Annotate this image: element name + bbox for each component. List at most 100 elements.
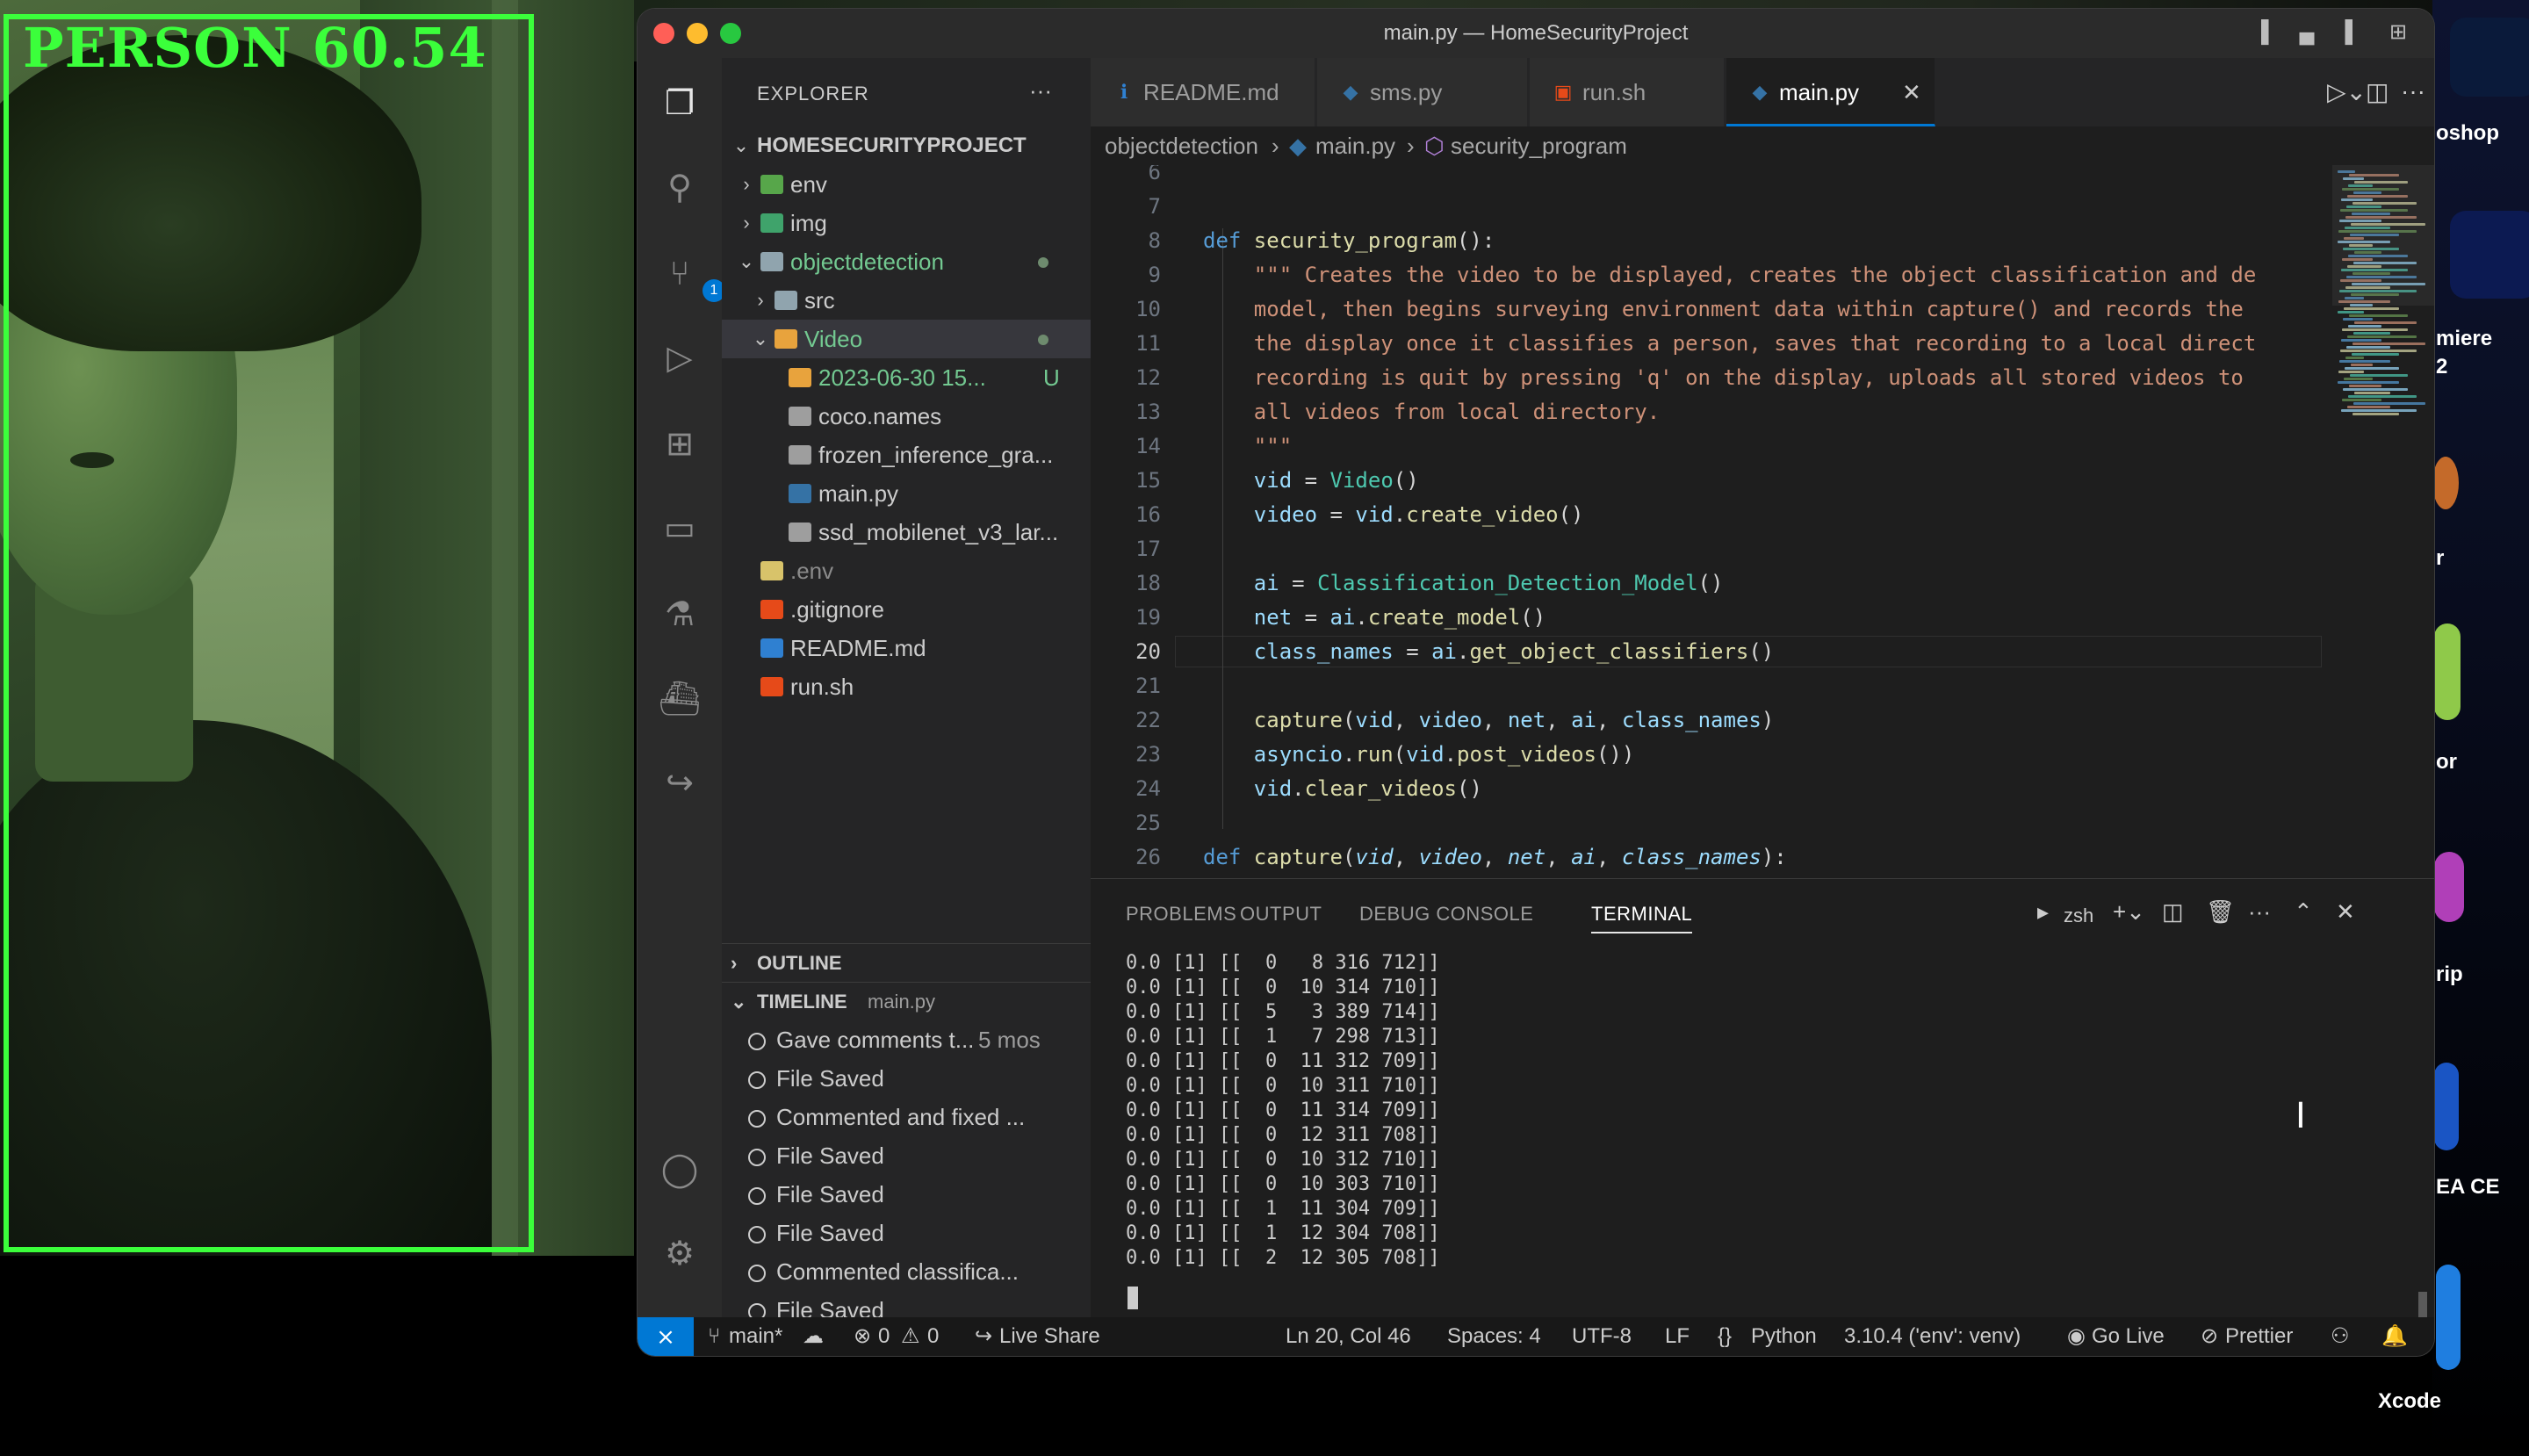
code-line[interactable]: video = vid.create_video() — [1203, 499, 1584, 530]
code-line[interactable]: recording is quit by pressing 'q' on the… — [1203, 362, 2244, 393]
tree-item[interactable]: › img — [722, 204, 1091, 242]
tree-item[interactable]: coco.names — [722, 397, 1091, 436]
panel-tab-debug-console[interactable]: DEBUG CONSOLE — [1359, 897, 1533, 932]
end-of-line[interactable]: LF — [1665, 1317, 1690, 1356]
tree-item[interactable]: frozen_inference_gra... — [722, 436, 1091, 474]
sync-icon[interactable]: ☁ — [803, 1317, 824, 1356]
customize-layout-icon[interactable]: ⊞ — [2385, 21, 2411, 44]
terminal-shell-icon[interactable]: ▸ — [2037, 898, 2049, 926]
code-line[interactable]: capture(vid, video, net, ai, class_names… — [1203, 704, 1775, 736]
timeline-item[interactable]: File Saved — [722, 1059, 1091, 1098]
dock-label-premiere-year[interactable]: 2 — [2436, 355, 2447, 379]
split-terminal-icon[interactable]: ◫ — [2162, 898, 2184, 926]
timeline-item[interactable]: File Saved — [722, 1214, 1091, 1252]
tab-readme-md[interactable]: ℹ README.md — [1091, 58, 1315, 126]
minimap-slider[interactable] — [2332, 165, 2434, 306]
cursor-position[interactable]: Ln 20, Col 46 — [1286, 1317, 1411, 1356]
accounts-icon[interactable]: ⚇ — [2331, 1317, 2350, 1356]
toggle-primary-sidebar-icon[interactable]: ▐ — [2248, 21, 2274, 44]
testing-icon[interactable]: ⚗ — [659, 594, 701, 636]
language-mode[interactable]: Python — [1751, 1317, 1817, 1356]
search-icon[interactable]: ⚲ — [659, 167, 701, 209]
title-bar[interactable]: main.py — HomeSecurityProject ▐ ▄ ▌ ⊞ — [638, 9, 2434, 58]
app-icon[interactable] — [2432, 457, 2459, 509]
panel-tab-problems[interactable]: PROBLEMS — [1126, 897, 1236, 932]
timeline-item[interactable]: File Saved — [722, 1136, 1091, 1175]
tree-item[interactable]: › src — [722, 281, 1091, 320]
new-terminal-icon[interactable]: +⌄ — [2113, 898, 2145, 926]
breadcrumb-folder[interactable]: objectdetection — [1105, 126, 1258, 165]
dock-label-photoshop[interactable]: oshop — [2436, 121, 2499, 146]
app-icon[interactable] — [2450, 211, 2529, 299]
code-line[interactable]: def security_program(): — [1203, 225, 1495, 256]
error-count[interactable]: 0 — [878, 1317, 890, 1356]
dock-label-premiere[interactable]: miere — [2436, 327, 2492, 351]
tree-item[interactable]: .env — [722, 551, 1091, 590]
dock-label-xcode[interactable]: Xcode — [2378, 1389, 2441, 1414]
tree-item[interactable]: ssd_mobilenet_v3_lar... — [722, 513, 1091, 551]
maximize-panel-icon[interactable]: ⌃ — [2294, 898, 2313, 926]
outline-section[interactable]: › OUTLINE — [722, 943, 1091, 983]
breadcrumb-symbol[interactable]: security_program — [1451, 126, 1627, 165]
toggle-panel-icon[interactable]: ▄ — [2294, 21, 2320, 44]
remote-indicator[interactable]: ⨯ — [638, 1317, 694, 1356]
explorer-icon[interactable]: ❐ — [659, 83, 701, 125]
run-python-icon[interactable]: ▷⌄ — [2327, 77, 2367, 106]
panel-tab-output[interactable]: OUTPUT — [1240, 897, 1322, 932]
project-root[interactable]: ⌄ HOMESECURITYPROJECT — [722, 126, 1091, 165]
code-line[interactable]: vid = Video() — [1203, 465, 1419, 496]
account-icon[interactable]: ◯ — [659, 1149, 701, 1191]
remote-explorer-icon[interactable]: ▭ — [659, 508, 701, 550]
extensions-icon[interactable]: ⊞ — [659, 423, 701, 465]
tree-item[interactable]: ⌄ objectdetection — [722, 242, 1091, 281]
app-icon[interactable] — [2434, 623, 2461, 720]
error-icon[interactable]: ⊗ — [854, 1317, 871, 1356]
code-line[interactable]: """ — [1203, 430, 1292, 462]
tree-item[interactable]: ⌄ Video — [722, 320, 1091, 358]
python-interpreter[interactable]: 3.10.4 ('env': venv) — [1844, 1317, 2021, 1356]
close-icon[interactable]: ✕ — [1902, 58, 1921, 126]
tree-item[interactable]: .gitignore — [722, 590, 1091, 629]
breadcrumb-file[interactable]: main.py — [1315, 126, 1395, 165]
docker-icon[interactable]: ⛴ — [659, 678, 701, 720]
tab-main-py[interactable]: ◆ main.py ✕ — [1726, 58, 1935, 126]
explorer-more-actions[interactable]: ··· — [1029, 77, 1052, 105]
tree-item[interactable]: main.py — [722, 474, 1091, 513]
code-line[interactable]: all videos from local directory. — [1203, 396, 1660, 428]
dock-label-editor[interactable]: or — [2436, 750, 2457, 775]
app-icon[interactable] — [2450, 18, 2529, 97]
timeline-item[interactable]: Commented and fixed ... — [722, 1098, 1091, 1136]
app-icon[interactable] — [2434, 1063, 2459, 1150]
tree-item[interactable]: run.sh — [722, 667, 1091, 706]
warning-count[interactable]: 0 — [927, 1317, 939, 1356]
code-line[interactable]: vid.clear_videos() — [1203, 773, 1482, 804]
prettier-button[interactable]: Prettier — [2225, 1317, 2293, 1356]
git-branch[interactable]: main* — [729, 1317, 782, 1356]
timeline-item[interactable]: File Saved — [722, 1175, 1091, 1214]
live-share-icon[interactable]: ↪ — [659, 762, 701, 804]
code-line[interactable]: ai = Classification_Detection_Model() — [1203, 567, 1724, 599]
panel-tab-terminal[interactable]: TERMINAL — [1591, 897, 1693, 933]
tab-run-sh[interactable]: ▣ run.sh — [1530, 58, 1725, 126]
live-share-button[interactable]: Live Share — [999, 1317, 1100, 1356]
run-debug-icon[interactable]: ▷ — [659, 337, 701, 379]
encoding[interactable]: UTF-8 — [1572, 1317, 1632, 1356]
code-line[interactable]: net = ai.create_model() — [1203, 602, 1546, 633]
notifications-bell-icon[interactable]: 🔔 — [2381, 1317, 2408, 1356]
tab-sms-py[interactable]: ◆ sms.py — [1317, 58, 1528, 126]
xcode-icon[interactable] — [2436, 1265, 2461, 1370]
terminal-shell-name[interactable]: zsh — [2064, 898, 2093, 933]
settings-gear-icon[interactable]: ⚙ — [659, 1233, 701, 1275]
tree-item[interactable]: › env — [722, 165, 1091, 204]
terminal-scrollbar[interactable] — [2418, 1292, 2427, 1318]
more-actions-icon[interactable]: ··· — [2248, 898, 2271, 926]
code-line[interactable]: def capture(vid, video, net, ai, class_n… — [1203, 841, 1787, 873]
timeline-item[interactable]: Commented classifica... — [722, 1252, 1091, 1291]
dock-label-clip[interactable]: rip — [2436, 962, 2463, 987]
indentation[interactable]: Spaces: 4 — [1447, 1317, 1541, 1356]
app-icon[interactable] — [2434, 852, 2464, 922]
dock-label-idea[interactable]: EA CE — [2436, 1175, 2499, 1200]
toggle-secondary-sidebar-icon[interactable]: ▌ — [2339, 21, 2366, 44]
code-editor[interactable]: 6 7 8 def security_program(): 9 """ Creates … — [1091, 165, 2434, 878]
code-line[interactable]: model, then begins surveying environment… — [1203, 293, 2244, 325]
